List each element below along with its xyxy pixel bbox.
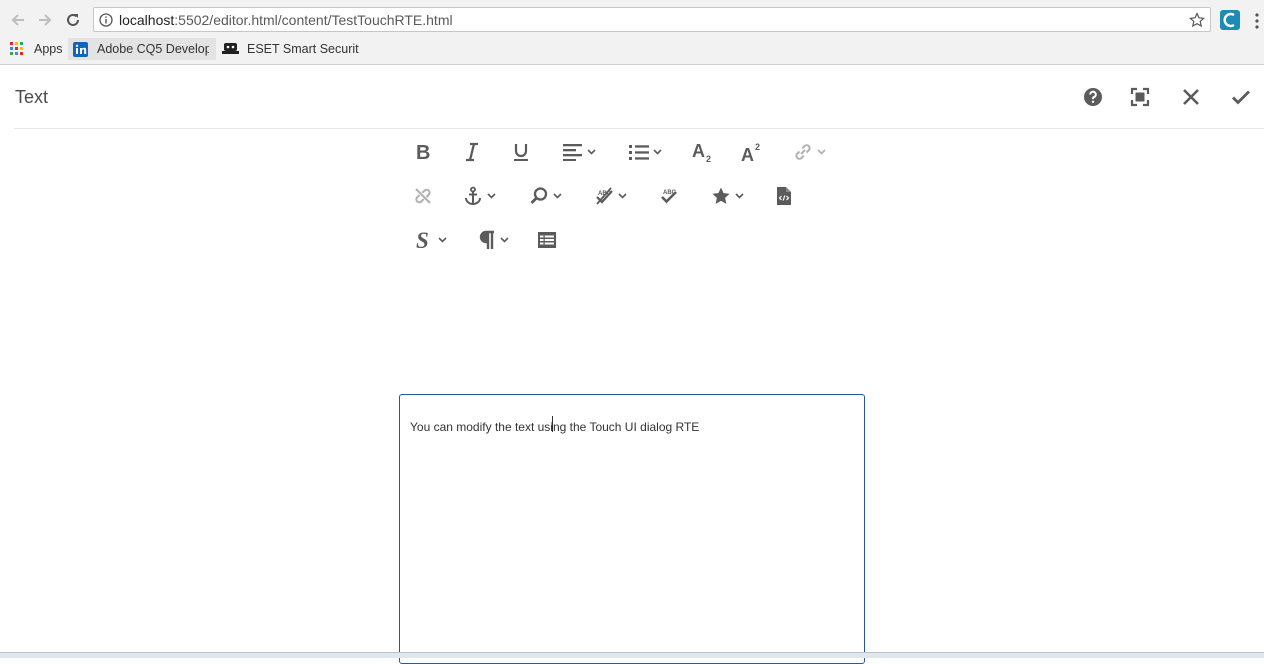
taskbar-strip xyxy=(0,652,1264,658)
paragraph-format-dropdown[interactable] xyxy=(472,225,514,255)
subscript-button[interactable]: A2 xyxy=(687,137,719,167)
svg-text:S: S xyxy=(416,229,429,251)
spellcheck-off-icon: ABC xyxy=(595,187,613,205)
close-icon xyxy=(1183,89,1199,105)
bookmark-label: Apps xyxy=(34,42,63,56)
anchor-icon xyxy=(464,186,481,205)
svg-text:2: 2 xyxy=(755,142,760,152)
chevron-down-icon xyxy=(552,193,562,199)
info-icon[interactable] xyxy=(99,13,113,27)
chevron-down-icon xyxy=(652,149,662,155)
italic-icon xyxy=(466,142,478,162)
table-button[interactable] xyxy=(531,225,563,255)
paragraph-icon xyxy=(479,230,494,249)
align-left-icon xyxy=(562,144,582,161)
bold-button[interactable]: B xyxy=(407,137,439,167)
extension-icon[interactable] xyxy=(1220,10,1240,30)
find-replace-dropdown[interactable] xyxy=(524,181,566,211)
url-path: :5502/editor.html/content/TestTouchRTE.h… xyxy=(174,12,453,28)
underline-button[interactable] xyxy=(505,137,537,167)
checkmark-icon xyxy=(1232,90,1250,105)
chevron-down-icon xyxy=(816,149,826,155)
help-icon xyxy=(1084,88,1102,106)
star-icon[interactable] xyxy=(1189,12,1205,28)
unlink-button[interactable] xyxy=(407,181,439,211)
apps-grid-icon xyxy=(10,42,23,55)
chevron-down-icon xyxy=(586,149,596,155)
done-button[interactable] xyxy=(1229,85,1253,109)
url-host: localhost xyxy=(119,12,175,28)
svg-text:2: 2 xyxy=(706,154,711,163)
chevron-down-icon xyxy=(499,237,509,243)
styles-dropdown[interactable]: S xyxy=(409,225,451,255)
fullscreen-icon xyxy=(1130,87,1150,107)
chevron-down-icon xyxy=(734,193,744,199)
eset-robot-icon xyxy=(222,43,239,54)
link-icon xyxy=(794,144,811,160)
bold-icon: B xyxy=(416,142,430,162)
back-arrow-icon xyxy=(11,14,24,26)
link-dropdown[interactable] xyxy=(788,137,830,167)
star-icon xyxy=(711,187,730,204)
fullscreen-button[interactable] xyxy=(1128,85,1152,109)
spellcheck-icon: ABC xyxy=(661,190,677,204)
align-dropdown[interactable] xyxy=(558,137,600,167)
bookmark-label: ESET Smart Security 7 xyxy=(247,42,359,56)
source-code-file-icon xyxy=(777,187,791,205)
bookmark-label: Adobe CQ5 Develope xyxy=(97,42,209,56)
chevron-down-icon xyxy=(617,193,627,199)
back-button[interactable] xyxy=(7,9,29,31)
list-dropdown[interactable] xyxy=(624,137,666,167)
bookmark-adobe-cq5[interactable]: Adobe CQ5 Develope xyxy=(68,38,216,60)
superscript-button[interactable]: A2 xyxy=(736,137,768,167)
spellcheck-off-dropdown[interactable]: ABC xyxy=(589,181,631,211)
text-cursor xyxy=(552,416,553,432)
rich-text-editor[interactable]: You can modify the text using the Touch … xyxy=(399,394,865,664)
editor-content[interactable]: You can modify the text using the Touch … xyxy=(410,420,699,434)
source-edit-button[interactable] xyxy=(768,181,800,211)
address-bar[interactable]: localhost:5502/editor.html/content/TestT… xyxy=(93,7,1211,32)
superscript-icon: A2 xyxy=(741,142,760,163)
underline-icon xyxy=(514,144,528,161)
search-icon xyxy=(530,187,547,204)
reload-icon xyxy=(67,13,79,26)
svg-text:B: B xyxy=(416,142,430,162)
styles-icon: S xyxy=(416,229,429,251)
reload-button[interactable] xyxy=(62,9,84,31)
url-text: localhost:5502/editor.html/content/TestT… xyxy=(119,12,453,28)
help-button[interactable] xyxy=(1081,85,1105,109)
close-button[interactable] xyxy=(1179,85,1203,109)
forward-button[interactable] xyxy=(34,9,56,31)
anchor-dropdown[interactable] xyxy=(458,181,500,211)
svg-text:A: A xyxy=(741,145,754,163)
bookmark-eset[interactable]: ESET Smart Security 7 xyxy=(222,38,360,60)
dialog-title: Text xyxy=(15,87,49,107)
forward-arrow-icon xyxy=(39,14,52,26)
spellcheck-button[interactable]: ABC xyxy=(653,181,685,211)
italic-button[interactable] xyxy=(456,137,488,167)
chevron-down-icon xyxy=(437,237,447,243)
svg-text:A: A xyxy=(692,141,705,161)
header-divider xyxy=(14,128,1264,129)
bulleted-list-icon xyxy=(628,145,649,160)
special-characters-dropdown[interactable] xyxy=(706,181,748,211)
linkedin-icon xyxy=(73,41,88,57)
bookmark-apps[interactable]: Apps xyxy=(10,38,63,60)
menu-icon[interactable] xyxy=(1254,12,1260,30)
table-icon xyxy=(538,232,556,248)
unlink-icon xyxy=(415,188,431,204)
subscript-icon: A2 xyxy=(692,141,711,163)
chevron-down-icon xyxy=(486,193,496,199)
